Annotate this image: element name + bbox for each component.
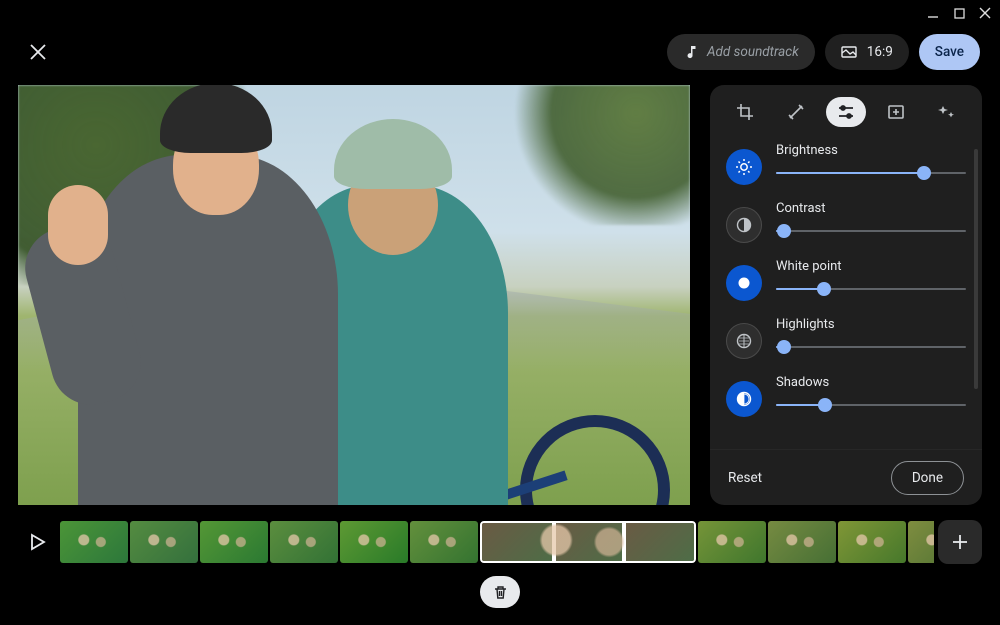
shadows-icon[interactable] <box>726 381 762 417</box>
contrast-label: Contrast <box>776 201 966 216</box>
music-note-icon <box>683 45 697 59</box>
tab-crop[interactable] <box>725 97 765 127</box>
clip-thumbnail[interactable] <box>698 521 766 563</box>
brightness-icon[interactable] <box>726 149 762 185</box>
brightness-slider[interactable] <box>776 164 966 182</box>
save-label: Save <box>935 44 964 60</box>
photo-preview[interactable] <box>18 85 690 505</box>
highlights-label: Highlights <box>776 317 966 332</box>
aspect-label: 16:9 <box>867 44 893 60</box>
clip-thumbnail[interactable] <box>340 521 408 563</box>
save-button[interactable]: Save <box>919 34 980 70</box>
clip-filmstrip <box>18 520 982 564</box>
reset-button[interactable]: Reset <box>728 470 762 486</box>
contrast-icon[interactable] <box>726 207 762 243</box>
clip-thumbnail[interactable] <box>130 521 198 563</box>
aspect-ratio-button[interactable]: 16:9 <box>825 34 909 70</box>
clip-selected-range[interactable] <box>480 521 696 563</box>
shadows-slider[interactable] <box>776 396 966 414</box>
window-minimize-icon[interactable] <box>926 6 940 20</box>
clip-thumbnail[interactable] <box>200 521 268 563</box>
add-clip-button[interactable] <box>938 520 982 564</box>
white_point-slider[interactable] <box>776 280 966 298</box>
white_point-icon[interactable] <box>726 265 762 301</box>
tab-adjust[interactable] <box>826 97 866 127</box>
edit-panel: Brightness Contrast White point Highlights S… <box>710 85 982 505</box>
tab-markup[interactable] <box>927 97 967 127</box>
panel-scrollbar[interactable] <box>974 149 978 389</box>
top-toolbar: Add soundtrack 16:9 Save <box>0 32 1000 72</box>
adjust-contrast: Contrast <box>726 201 966 243</box>
edit-tool-tabs <box>710 85 982 139</box>
adjustment-sliders: Brightness Contrast White point Highlights S… <box>710 139 982 449</box>
delete-clip-button[interactable] <box>480 576 520 608</box>
add-soundtrack-button[interactable]: Add soundtrack <box>667 34 815 70</box>
adjust-highlights: Highlights <box>726 317 966 359</box>
window-close-icon[interactable] <box>978 6 992 20</box>
done-button[interactable]: Done <box>891 461 964 495</box>
aspect-icon <box>841 45 857 59</box>
close-editor-button[interactable] <box>20 34 56 70</box>
window-maximize-icon[interactable] <box>952 6 966 20</box>
clip-thumbnail[interactable] <box>838 521 906 563</box>
tab-filters[interactable] <box>876 97 916 127</box>
white_point-label: White point <box>776 259 966 274</box>
adjust-brightness: Brightness <box>726 143 966 185</box>
clip-thumbnail[interactable] <box>410 521 478 563</box>
clip-thumbnail[interactable] <box>768 521 836 563</box>
tab-tools[interactable] <box>776 97 816 127</box>
clip-thumbnail[interactable] <box>270 521 338 563</box>
adjust-shadows: Shadows <box>726 375 966 417</box>
clip-thumbnail[interactable] <box>60 521 128 563</box>
clip-thumbnail[interactable] <box>908 521 934 563</box>
shadows-label: Shadows <box>776 375 966 390</box>
clip-list[interactable] <box>60 520 934 564</box>
highlights-slider[interactable] <box>776 338 966 356</box>
play-button[interactable] <box>18 520 56 564</box>
highlights-icon[interactable] <box>726 323 762 359</box>
brightness-label: Brightness <box>776 143 966 158</box>
contrast-slider[interactable] <box>776 222 966 240</box>
soundtrack-label: Add soundtrack <box>707 44 799 60</box>
adjust-white_point: White point <box>726 259 966 301</box>
